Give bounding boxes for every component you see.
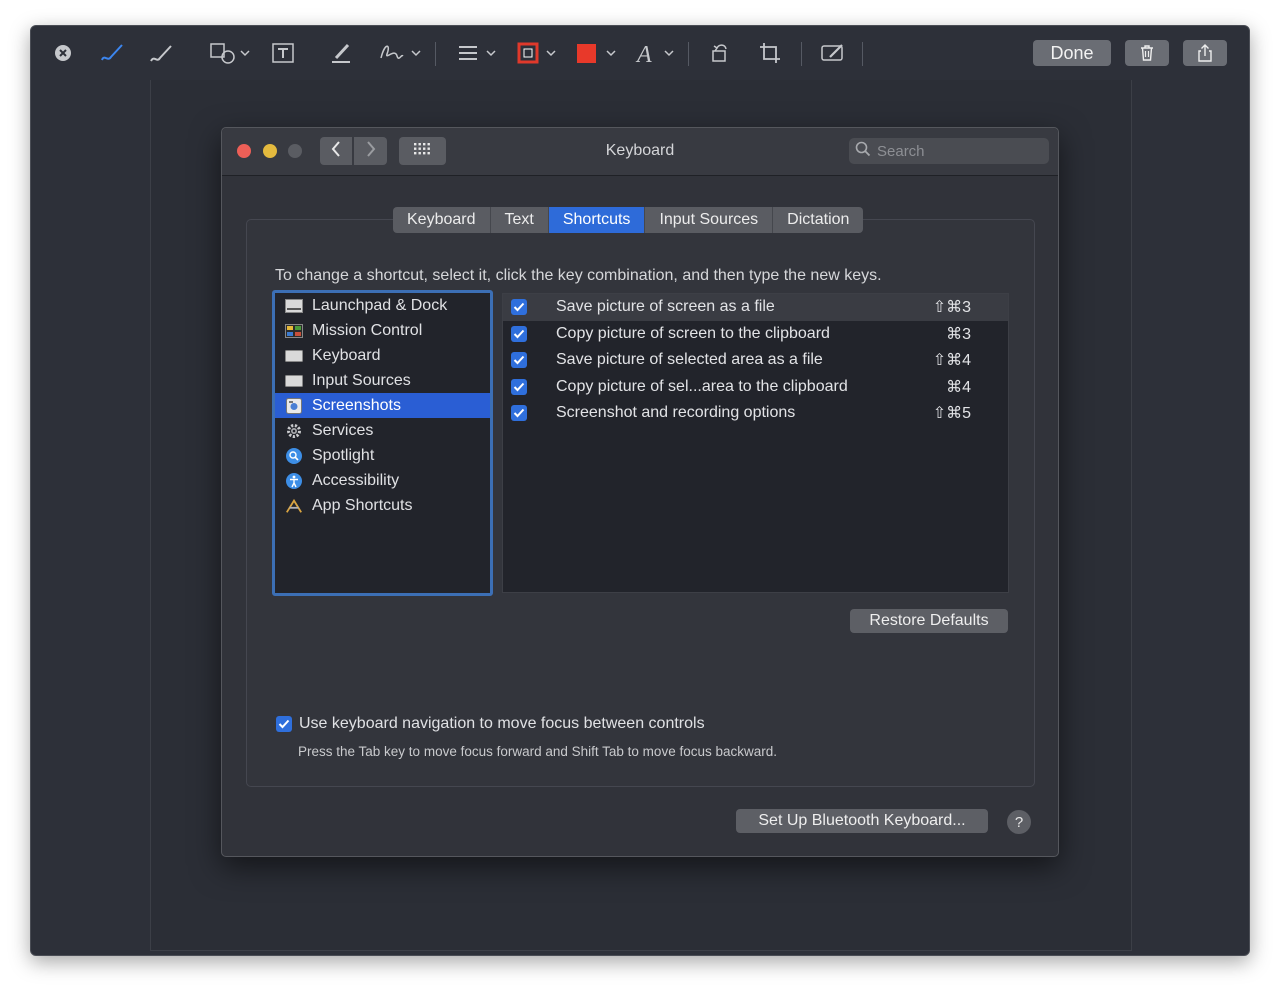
category-label: App Shortcuts	[312, 496, 413, 514]
share-icon[interactable]	[1183, 40, 1227, 66]
keyboard-navigation-label: Use keyboard navigation to move focus be…	[299, 715, 705, 732]
category-label: Launchpad & Dock	[312, 296, 448, 314]
textbox-icon[interactable]	[269, 38, 297, 68]
category-keyboard[interactable]: Keyboard	[275, 343, 490, 368]
rotate-icon[interactable]	[707, 38, 733, 68]
shortcut-list[interactable]: Save picture of screen as a file ⇧⌘3 Cop…	[502, 293, 1009, 593]
shortcut-checkbox[interactable]	[511, 378, 527, 395]
border-color-icon[interactable]	[515, 38, 561, 68]
accessibility-icon	[285, 472, 303, 489]
toolbar-divider	[688, 42, 689, 66]
help-button[interactable]: ?	[1007, 810, 1031, 834]
crop-icon[interactable]	[757, 38, 783, 68]
screenshots-icon	[285, 397, 303, 414]
shortcut-label: Screenshot and recording options	[556, 404, 796, 422]
launchpad-icon	[285, 298, 303, 314]
draw-icon[interactable]	[147, 38, 177, 68]
tab-dictation[interactable]: Dictation	[773, 207, 863, 233]
shortcut-checkbox[interactable]	[511, 405, 527, 422]
toolbar-divider	[862, 42, 863, 66]
fill-color-icon[interactable]	[573, 38, 619, 68]
category-services[interactable]: Services	[275, 418, 490, 443]
toolbar-divider	[801, 42, 802, 66]
shortcut-row[interactable]: Screenshot and recording options ⇧⌘5	[503, 400, 1008, 427]
search-input[interactable]	[877, 142, 1037, 160]
shortcut-checkbox[interactable]	[511, 325, 527, 342]
instruction-text: To change a shortcut, select it, click t…	[275, 267, 882, 284]
shortcut-keys[interactable]: ⇧⌘5	[933, 403, 971, 423]
shortcut-checkbox[interactable]	[511, 299, 527, 316]
highlight-icon[interactable]	[327, 38, 355, 68]
category-screenshots[interactable]: Screenshots	[275, 393, 490, 418]
category-list[interactable]: Launchpad & Dock Mission Control Keyboar…	[272, 290, 493, 596]
shortcut-checkbox[interactable]	[511, 352, 527, 369]
search-icon	[855, 141, 871, 161]
category-label: Input Sources	[312, 371, 411, 389]
restore-defaults-button[interactable]: Restore Defaults	[850, 609, 1008, 633]
keyboard-navigation-checkbox[interactable]	[276, 716, 292, 732]
category-label: Screenshots	[312, 396, 401, 414]
sign-icon[interactable]	[377, 38, 425, 68]
category-mission-control[interactable]: Mission Control	[275, 318, 490, 343]
shortcut-keys[interactable]: ⇧⌘3	[933, 297, 971, 317]
toolbar-divider	[435, 42, 436, 66]
trash-icon[interactable]	[1125, 40, 1169, 66]
keyboard-preferences-window: Keyboard Keyboard Text Shortcuts Input S…	[221, 127, 1059, 857]
shortcut-label: Copy picture of sel...area to the clipbo…	[556, 377, 848, 395]
annotate-icon[interactable]	[819, 38, 847, 68]
shortcut-label: Save picture of selected area as a file	[556, 351, 823, 369]
tab-text[interactable]: Text	[491, 207, 549, 233]
gear-icon	[285, 423, 303, 439]
sketch-icon[interactable]	[97, 38, 127, 68]
category-label: Accessibility	[312, 471, 400, 489]
keyboard-navigation-option[interactable]: Use keyboard navigation to move focus be…	[276, 715, 705, 733]
shortcut-keys[interactable]: ⌘3	[946, 324, 971, 344]
bluetooth-keyboard-button[interactable]: Set Up Bluetooth Keyboard...	[736, 809, 988, 833]
done-button[interactable]: Done	[1033, 40, 1111, 66]
shortcut-label: Copy picture of screen to the clipboard	[556, 324, 830, 342]
mission-control-icon	[285, 323, 303, 339]
shortcut-keys[interactable]: ⌘4	[946, 377, 971, 397]
input-sources-icon	[285, 373, 303, 389]
spotlight-icon	[285, 447, 303, 464]
tab-input-sources[interactable]: Input Sources	[645, 207, 774, 233]
category-accessibility[interactable]: Accessibility	[275, 468, 490, 493]
text-style-icon[interactable]: A	[633, 38, 679, 68]
search-field[interactable]	[849, 138, 1049, 164]
shapes-icon[interactable]	[207, 38, 253, 68]
tab-keyboard[interactable]: Keyboard	[393, 207, 491, 233]
category-launchpad-dock[interactable]: Launchpad & Dock	[275, 293, 490, 318]
shortcut-row[interactable]: Save picture of selected area as a file …	[503, 347, 1008, 374]
category-input-sources[interactable]: Input Sources	[275, 368, 490, 393]
shortcut-label: Save picture of screen as a file	[556, 298, 775, 316]
shortcut-row[interactable]: Copy picture of sel...area to the clipbo…	[503, 374, 1008, 401]
app-shortcuts-icon	[285, 498, 303, 514]
category-label: Keyboard	[312, 346, 381, 364]
category-label: Mission Control	[312, 321, 423, 339]
markup-toolbar: A Done	[31, 26, 1249, 80]
line-style-icon[interactable]	[455, 38, 501, 68]
title-bar: Keyboard	[222, 128, 1058, 176]
tab-bar: Keyboard Text Shortcuts Input Sources Di…	[393, 207, 864, 233]
tab-shortcuts[interactable]: Shortcuts	[548, 207, 646, 233]
category-spotlight[interactable]: Spotlight	[275, 443, 490, 468]
keyboard-icon	[285, 348, 303, 364]
category-label: Services	[312, 421, 374, 439]
category-label: Spotlight	[312, 446, 375, 464]
svg-text:A: A	[635, 42, 652, 66]
close-icon[interactable]	[51, 38, 75, 68]
keyboard-navigation-hint: Press the Tab key to move focus forward …	[298, 744, 777, 759]
shortcut-row[interactable]: Save picture of screen as a file ⇧⌘3	[503, 294, 1008, 321]
shortcut-keys[interactable]: ⇧⌘4	[933, 350, 971, 370]
shortcut-row[interactable]: Copy picture of screen to the clipboard …	[503, 321, 1008, 348]
category-app-shortcuts[interactable]: App Shortcuts	[275, 493, 490, 518]
